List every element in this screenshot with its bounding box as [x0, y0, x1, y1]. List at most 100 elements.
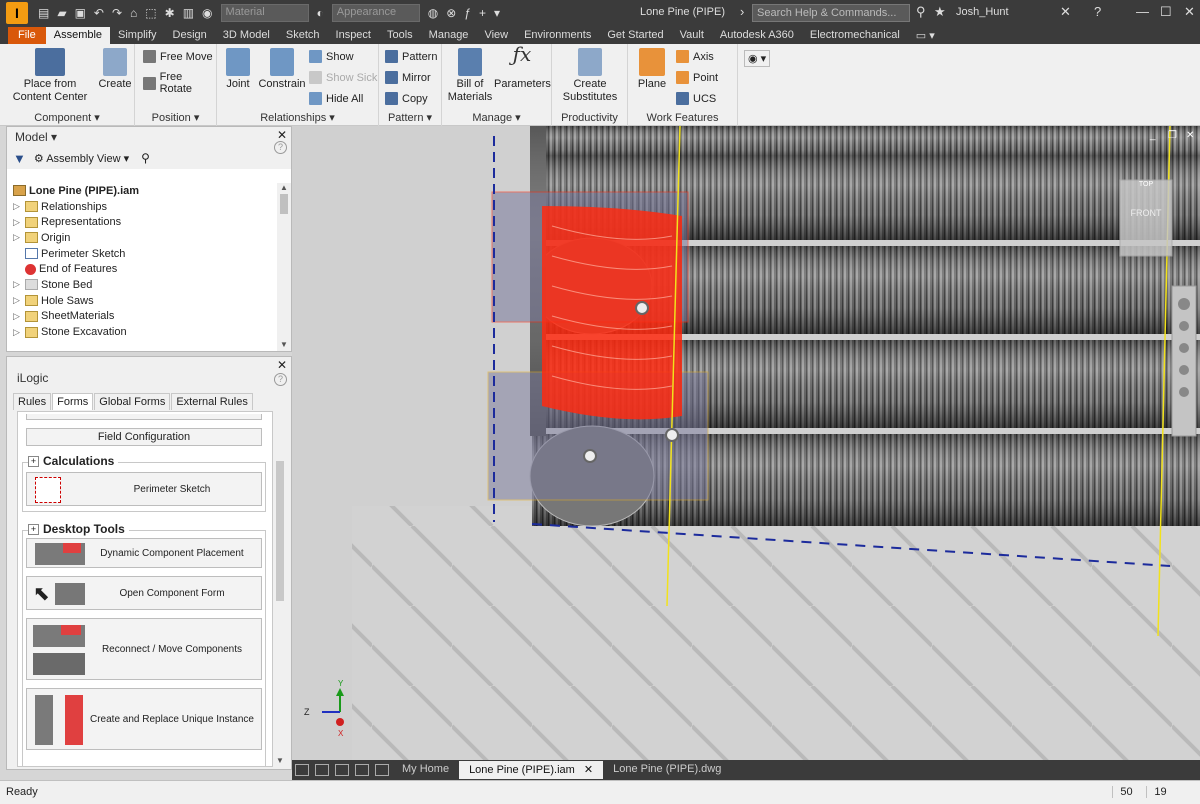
- close-panel-icon[interactable]: ✕: [277, 128, 287, 142]
- close-tab-icon[interactable]: ✕: [584, 764, 593, 776]
- help-icon[interactable]: ?: [1094, 4, 1101, 19]
- update-icon[interactable]: ✱: [165, 6, 175, 20]
- grip-point-icon[interactable]: [635, 301, 649, 315]
- viewcube[interactable]: TOP FRONT: [1119, 179, 1173, 257]
- adjust-icon[interactable]: ◍: [428, 6, 438, 20]
- tree-node-sheetmaterials[interactable]: ▷ SheetMaterials: [7, 309, 277, 325]
- tab-file[interactable]: File: [8, 27, 46, 44]
- plane-button[interactable]: Plane: [632, 48, 672, 91]
- arrange-icon[interactable]: [355, 764, 369, 776]
- minimize-icon[interactable]: —: [1136, 4, 1149, 19]
- tree-node-hole-saws[interactable]: ▷ Hole Saws: [7, 293, 277, 309]
- look-at-icon[interactable]: [1179, 387, 1189, 397]
- select-icon[interactable]: ⬚: [145, 6, 156, 20]
- scroll-up-icon[interactable]: ▲: [277, 183, 291, 192]
- bill-of-materials-button[interactable]: Bill of Materials: [446, 48, 494, 104]
- tree-node-representations[interactable]: ▷ Representations: [7, 214, 277, 230]
- orbit-icon[interactable]: [1179, 365, 1189, 375]
- mirror-button[interactable]: Mirror: [385, 71, 431, 84]
- help-icon[interactable]: ?: [274, 141, 287, 154]
- grip-point-icon[interactable]: [583, 449, 597, 463]
- tree-node-stone-excavation[interactable]: ▷ Stone Excavation: [7, 324, 277, 340]
- tile-horizontal-icon[interactable]: [295, 764, 309, 776]
- tab-get-started[interactable]: Get Started: [599, 27, 671, 44]
- scroll-down-icon[interactable]: ▼: [273, 756, 287, 765]
- expand-icon[interactable]: ▷: [13, 201, 23, 212]
- tree-node-stone-bed[interactable]: ▷ Stone Bed: [7, 277, 277, 293]
- manage-group-label[interactable]: Manage ▾: [442, 111, 551, 124]
- component-group-label[interactable]: Component ▾: [0, 111, 134, 124]
- close-panel-icon[interactable]: ✕: [277, 358, 287, 372]
- doc-tab-lone-pine-dwg[interactable]: Lone Pine (PIPE).dwg: [603, 761, 731, 779]
- search-input[interactable]: Search Help & Commands...: [752, 4, 910, 22]
- find-icon[interactable]: ⚲: [141, 151, 150, 165]
- create-and-replace-unique-instance-button[interactable]: Create and Replace Unique Instance: [26, 688, 262, 750]
- tab-inspect[interactable]: Inspect: [328, 27, 379, 44]
- steering-wheel-icon[interactable]: [1178, 298, 1190, 310]
- scroll-down-icon[interactable]: ▼: [277, 340, 291, 349]
- open-component-form-button[interactable]: ⬉ Open Component Form: [26, 576, 262, 610]
- cascade-icon[interactable]: [335, 764, 349, 776]
- free-move-button[interactable]: Free Move: [143, 50, 213, 63]
- new-icon[interactable]: ▤: [38, 6, 49, 20]
- dynamic-component-placement-button[interactable]: Dynamic Component Placement: [26, 538, 262, 568]
- fx-icon[interactable]: ƒ: [464, 6, 471, 20]
- free-rotate-button[interactable]: Free Rotate: [143, 71, 216, 95]
- field-configuration-button[interactable]: Field Configuration: [26, 428, 262, 446]
- desktop-tools-header[interactable]: + Desktop Tools: [28, 522, 129, 536]
- scroll-thumb[interactable]: [276, 461, 284, 601]
- tab-vault[interactable]: Vault: [672, 27, 712, 44]
- tab-external-rules[interactable]: External Rules: [171, 393, 253, 410]
- expand-icon[interactable]: ▷: [13, 279, 23, 290]
- plus-icon[interactable]: +: [479, 6, 486, 20]
- pattern-button[interactable]: Pattern: [385, 50, 437, 63]
- model-browser-header[interactable]: Model ▾: [7, 127, 291, 147]
- tab-global-forms[interactable]: Global Forms: [94, 393, 171, 410]
- help-icon[interactable]: ?: [274, 373, 287, 386]
- pattern-group-label[interactable]: Pattern ▾: [379, 111, 441, 124]
- zoom-icon[interactable]: [1179, 343, 1189, 353]
- binoculars-icon[interactable]: ⚲: [916, 4, 926, 20]
- document-menu-icon[interactable]: [375, 764, 389, 776]
- expand-icon[interactable]: ▷: [13, 232, 23, 243]
- place-from-content-center-button[interactable]: Place from Content Center: [10, 48, 90, 104]
- tab-simplify[interactable]: Simplify: [110, 27, 165, 44]
- tab-tools[interactable]: Tools: [379, 27, 421, 44]
- model-canvas[interactable]: TOP FRONT _ ❐ ✕ Y Z X: [292, 126, 1200, 760]
- parameters-button[interactable]: ƒx Parameters: [494, 44, 551, 91]
- ilogic-scrollbar[interactable]: ▼: [273, 411, 287, 767]
- redo-icon[interactable]: ↷: [112, 6, 122, 20]
- assembly-view-dropdown[interactable]: ⚙ Assembly View ▾: [34, 152, 129, 165]
- pan-icon[interactable]: [1179, 321, 1189, 331]
- close-icon[interactable]: ✕: [1184, 4, 1195, 20]
- tree-node-perimeter-sketch[interactable]: Perimeter Sketch: [7, 246, 277, 262]
- tab-manage[interactable]: Manage: [421, 27, 477, 44]
- ribbon-extra-dropdown[interactable]: ◉ ▾: [744, 50, 771, 67]
- appearance-icon[interactable]: ◐: [317, 6, 324, 20]
- exchange-icon[interactable]: ✕: [1060, 4, 1071, 20]
- position-group-label[interactable]: Position ▾: [135, 111, 216, 124]
- tab-3d-model[interactable]: 3D Model: [215, 27, 278, 44]
- appearance-dropdown[interactable]: Appearance: [331, 4, 420, 22]
- expand-icon[interactable]: ▷: [13, 295, 23, 306]
- viewport-close-icon[interactable]: ✕: [1186, 130, 1194, 141]
- measure-icon[interactable]: ▥: [183, 6, 194, 20]
- expand-icon[interactable]: ▷: [13, 311, 23, 322]
- point-button[interactable]: Point: [676, 71, 718, 84]
- perimeter-sketch-button[interactable]: Perimeter Sketch: [26, 472, 262, 506]
- qat-menu-icon[interactable]: ▾: [494, 6, 500, 20]
- axis-button[interactable]: Axis: [676, 50, 714, 63]
- viewport-restore-icon[interactable]: ❐: [1168, 130, 1177, 141]
- collapse-icon[interactable]: +: [28, 455, 39, 467]
- graphics-viewport[interactable]: TOP FRONT _ ❐ ✕ Y Z X: [292, 126, 1200, 760]
- tile-vertical-icon[interactable]: [315, 764, 329, 776]
- undo-icon[interactable]: ↶: [94, 6, 104, 20]
- collapse-icon[interactable]: +: [28, 523, 39, 535]
- create-component-button[interactable]: Create: [96, 48, 134, 91]
- scroll-thumb[interactable]: [280, 194, 288, 214]
- tab-design[interactable]: Design: [165, 27, 215, 44]
- tree-node-origin[interactable]: ▷ Origin: [7, 230, 277, 246]
- model-tree-scrollbar[interactable]: ▲ ▼: [277, 183, 291, 351]
- joint-button[interactable]: Joint: [221, 48, 255, 91]
- calculations-header[interactable]: + Calculations: [28, 454, 119, 468]
